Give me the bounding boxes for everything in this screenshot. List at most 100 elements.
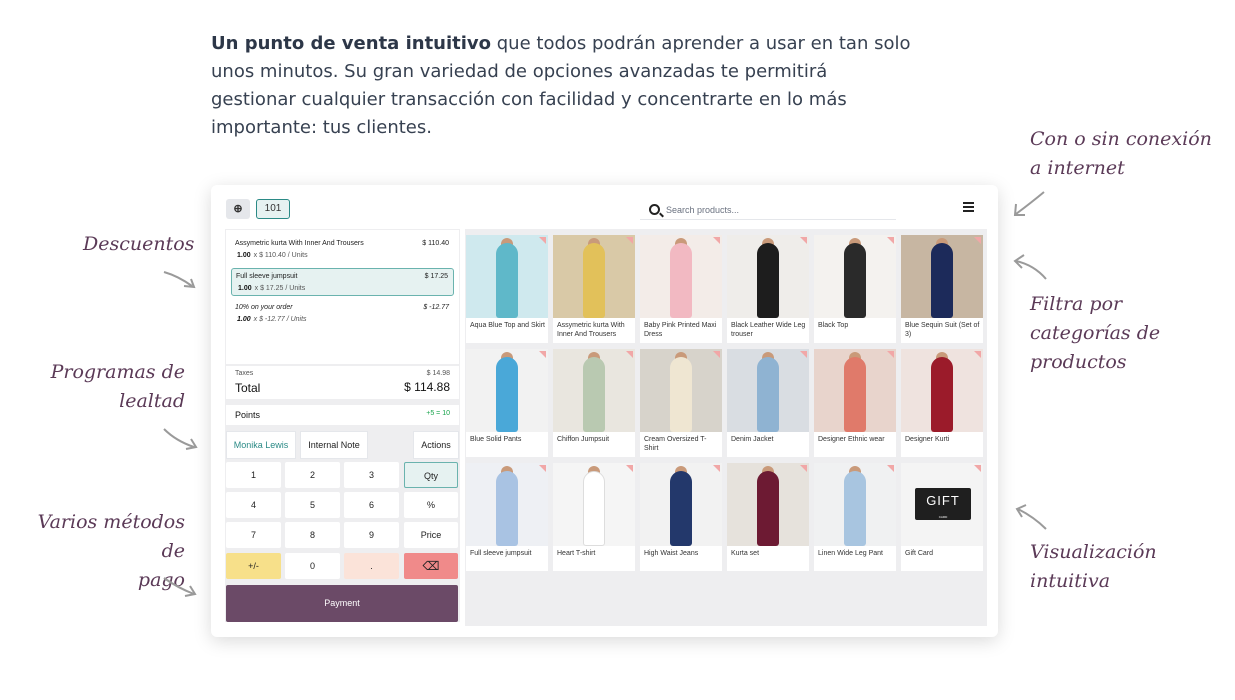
- product-image: [466, 349, 548, 432]
- note-visual-line2: intuitiva: [1030, 570, 1111, 592]
- customer-button[interactable]: Monika Lewis: [226, 431, 296, 459]
- intro-bold: Un punto de venta intuitivo: [211, 33, 492, 54]
- product-name: High Waist Jeans: [644, 550, 699, 557]
- order-lines: Assymetric kurta With Inner And Trousers…: [226, 230, 459, 364]
- product-image: [727, 463, 809, 546]
- order-totals: Taxes $ 14.98 Total $ 114.88: [226, 366, 459, 399]
- note-payment-line1: Varios métodos de: [37, 511, 185, 562]
- numpad-key-1[interactable]: 1: [226, 462, 281, 488]
- product-image: [553, 463, 635, 546]
- product-card[interactable]: High Waist Jeans: [640, 463, 722, 571]
- numpad-key-7[interactable]: 7: [226, 522, 281, 548]
- order-line-discount[interactable]: 10% on your order $ -12.77 1.00 x $ -12.7…: [231, 300, 454, 328]
- product-card[interactable]: Heart T-shirt: [553, 463, 635, 571]
- landing-page: Un punto de venta intuitivo que todos po…: [0, 0, 1235, 700]
- order-line-price: $ 110.40: [422, 240, 449, 247]
- gift-card-logo: GIFT CARD: [915, 488, 971, 520]
- order-line-price: $ -12.77: [423, 304, 449, 311]
- price-mode-button[interactable]: Price: [404, 522, 458, 548]
- numpad-key-5[interactable]: 5: [285, 492, 340, 518]
- product-card[interactable]: Blue Solid Pants: [466, 349, 548, 457]
- loyalty-points: Points +5 = 10: [226, 405, 459, 425]
- product-card[interactable]: GIFT CARD Gift Card: [901, 463, 983, 571]
- taxes-value: $ 14.98: [426, 370, 450, 377]
- discount-mode-button[interactable]: %: [404, 492, 458, 518]
- backspace-icon[interactable]: ⌫: [404, 553, 458, 579]
- order-line-qty-value: 1.00: [237, 316, 251, 323]
- product-card[interactable]: Baby Pink Printed Maxi Dress: [640, 235, 722, 343]
- hamburger-menu-icon[interactable]: [963, 202, 974, 213]
- numpad-key-6[interactable]: 6: [344, 492, 399, 518]
- product-image: [466, 463, 548, 546]
- product-image: [814, 349, 896, 432]
- search-icon: [649, 204, 660, 215]
- order-line-qty: 1.00 x $ 17.25 / Units: [238, 285, 305, 292]
- product-card[interactable]: Cream Oversized T-Shirt: [640, 349, 722, 457]
- product-image: [640, 349, 722, 432]
- product-card[interactable]: Designer Ethnic wear: [814, 349, 896, 457]
- note-loyalty-line2: lealtad: [119, 390, 185, 412]
- arrow-offline-icon: [1010, 188, 1050, 218]
- pos-screen: ⊕ 101 Search products... Assymetric kurt…: [211, 185, 998, 637]
- product-card[interactable]: Kurta set: [727, 463, 809, 571]
- numpad-key-8[interactable]: 8: [285, 522, 340, 548]
- product-name: Heart T-shirt: [557, 550, 596, 557]
- internal-note-button[interactable]: Internal Note: [300, 431, 368, 459]
- numpad-key-0[interactable]: 0: [285, 553, 340, 579]
- product-image: [553, 349, 635, 432]
- product-card[interactable]: Blue Sequin Suit (Set of 3): [901, 235, 983, 343]
- product-image: [727, 349, 809, 432]
- arrow-discounts-icon: [160, 266, 200, 296]
- product-card[interactable]: Aqua Blue Top and Skirt: [466, 235, 548, 343]
- numpad-key-9[interactable]: 9: [344, 522, 399, 548]
- numpad-key-4[interactable]: 4: [226, 492, 281, 518]
- order-line-qty-value: 1.00: [237, 252, 251, 259]
- numpad-key-3[interactable]: 3: [344, 462, 399, 488]
- table-number-button[interactable]: 101: [256, 199, 290, 219]
- product-image: [814, 235, 896, 318]
- order-line-price: $ 17.25: [424, 273, 448, 280]
- product-name: Assymetric kurta With Inner And Trousers: [557, 322, 625, 338]
- payment-button[interactable]: Payment: [226, 585, 458, 622]
- product-image: [727, 235, 809, 318]
- plus-circle-icon[interactable]: ⊕: [226, 199, 250, 219]
- product-name: Gift Card: [905, 550, 934, 557]
- product-card[interactable]: Designer Kurti: [901, 349, 983, 457]
- product-card[interactable]: Chiffon Jumpsuit: [553, 349, 635, 457]
- product-name: Baby Pink Printed Maxi Dress: [644, 322, 717, 338]
- product-name: Black Leather Wide Leg trouser: [731, 322, 806, 338]
- product-name: Cream Oversized T-Shirt: [644, 436, 707, 452]
- product-card[interactable]: Linen Wide Leg Pant: [814, 463, 896, 571]
- actions-button[interactable]: Actions: [413, 431, 459, 459]
- product-image: [901, 235, 983, 318]
- search-input[interactable]: Search products...: [640, 200, 896, 220]
- note-offline-line2: a internet: [1030, 157, 1125, 179]
- product-card[interactable]: Black Leather Wide Leg trouser: [727, 235, 809, 343]
- product-name: Blue Solid Pants: [470, 436, 522, 443]
- order-line-selected[interactable]: Full sleeve jumpsuit $ 17.25 1.00 x $ 17.…: [231, 268, 454, 296]
- numpad-key-2[interactable]: 2: [285, 462, 340, 488]
- product-card[interactable]: Denim Jacket: [727, 349, 809, 457]
- total-value: $ 114.88: [404, 380, 450, 394]
- product-image: [814, 463, 896, 546]
- product-image: [553, 235, 635, 318]
- order-line[interactable]: Assymetric kurta With Inner And Trousers…: [231, 236, 454, 264]
- order-line-unit: x $ -12.77 / Units: [253, 316, 307, 323]
- note-filter: Filtra por categorías de productos: [1030, 290, 1160, 377]
- decimal-button[interactable]: .: [344, 553, 399, 579]
- product-grid: Aqua Blue Top and Skirt Assymetric kurta…: [465, 229, 987, 626]
- product-name: Chiffon Jumpsuit: [557, 436, 610, 443]
- product-image: [901, 349, 983, 432]
- order-controls: Monika Lewis Internal Note Actions: [226, 431, 459, 459]
- taxes-label: Taxes: [235, 370, 254, 377]
- qty-mode-button[interactable]: Qty: [404, 462, 458, 488]
- note-discounts: Descuentos: [83, 233, 195, 255]
- arrow-visual-icon: [1012, 503, 1052, 533]
- product-card[interactable]: Black Top: [814, 235, 896, 343]
- note-visual: Visualización intuitiva: [1030, 538, 1157, 596]
- product-card[interactable]: Full sleeve jumpsuit: [466, 463, 548, 571]
- points-value: +5 = 10: [426, 410, 450, 417]
- sign-toggle-button[interactable]: +/-: [226, 553, 281, 579]
- product-card[interactable]: Assymetric kurta With Inner And Trousers: [553, 235, 635, 343]
- order-line-name: Assymetric kurta With Inner And Trousers: [235, 240, 364, 247]
